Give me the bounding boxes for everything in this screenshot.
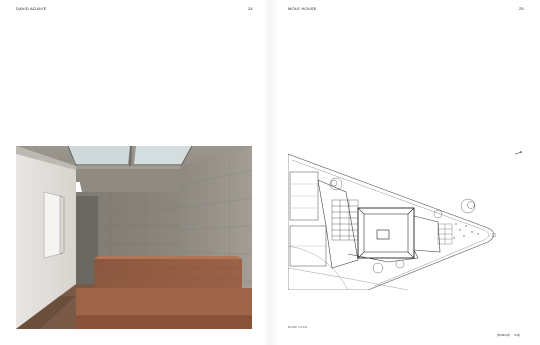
book-spread: DAVID ADJAYE 24 MOLE HOUSE 25 ROOF PLAN (0, 0, 540, 345)
scale-bar-icon (497, 325, 521, 337)
right-page-number: 25 (519, 6, 524, 11)
north-arrow-icon (514, 144, 524, 155)
right-running-header: MOLE HOUSE (288, 6, 317, 11)
left-running-header: DAVID ADJAYE (16, 6, 47, 11)
roof-plan-drawing (287, 150, 528, 291)
plan-caption: ROOF PLAN (288, 325, 308, 329)
interior-photograph (16, 146, 252, 329)
left-page-number: 24 (248, 6, 253, 11)
